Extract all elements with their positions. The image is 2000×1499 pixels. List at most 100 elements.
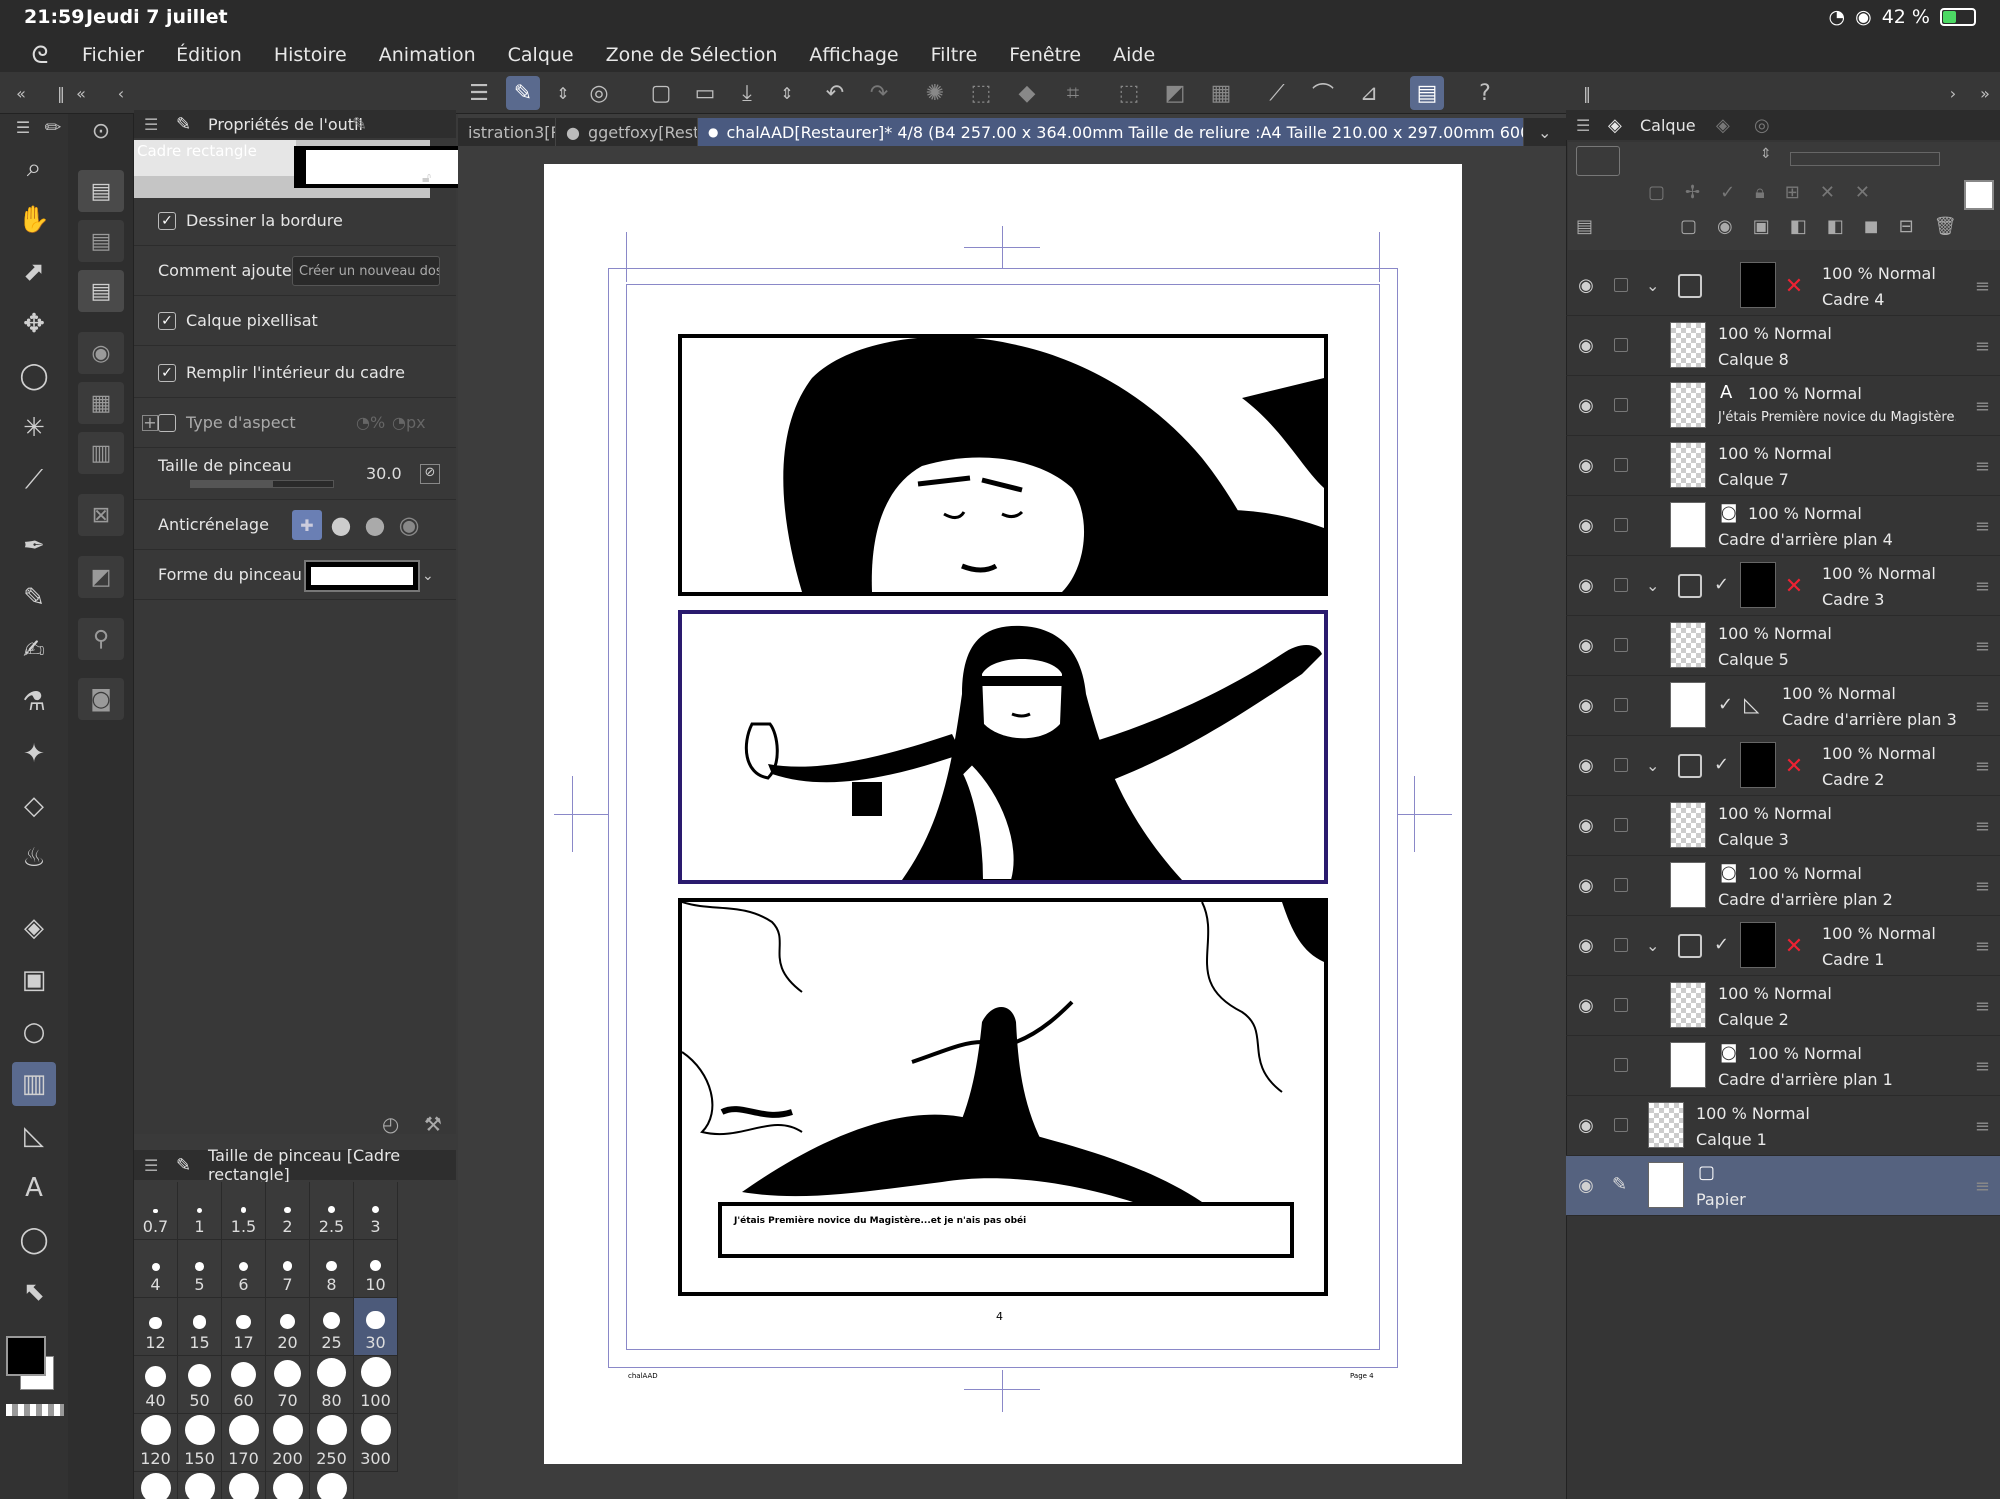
- layer-name[interactable]: Calque 3: [1718, 830, 1956, 849]
- ruler-snap-icon[interactable]: ⟋: [1260, 76, 1294, 110]
- redo-icon[interactable]: ↷: [862, 76, 896, 110]
- subtool-icon[interactable]: ▦: [78, 382, 124, 424]
- layer-row[interactable]: ◉ 100 % Normal Calque 5 ≡: [1566, 616, 2000, 676]
- brush-size-preset[interactable]: 70: [266, 1356, 310, 1414]
- panel-menu-icon[interactable]: ☰: [144, 115, 158, 134]
- new-file-icon[interactable]: ▢: [644, 76, 678, 110]
- brush-size-preset[interactable]: 400: [134, 1472, 178, 1499]
- menu-aide[interactable]: Aide: [1113, 44, 1155, 66]
- deselect-icon[interactable]: ⬚: [1112, 76, 1146, 110]
- eye-icon[interactable]: ◉: [1574, 455, 1598, 476]
- brush-size-preset[interactable]: 15: [178, 1298, 222, 1356]
- how-to-add-select[interactable]: Créer un nouveau dossier: [292, 256, 440, 286]
- brush-shape-preview[interactable]: [304, 560, 420, 592]
- layer-drag-handle-icon[interactable]: ≡: [1975, 936, 1990, 957]
- fill-inside-checkbox[interactable]: ✓: [158, 363, 176, 382]
- pen-tab-icon[interactable]: ✎: [352, 114, 367, 135]
- grid-snap-icon[interactable]: ⊿: [1352, 76, 1386, 110]
- layer-select-checkbox[interactable]: [1614, 878, 1628, 892]
- layer-row[interactable]: ◉ 100 % Normal Calque 1 ≡: [1566, 1096, 2000, 1156]
- layer-row[interactable]: ◉ 100 % Normal Calque 2 ≡: [1566, 976, 2000, 1036]
- frame-pen-subtool-icon[interactable]: ▤: [78, 270, 124, 312]
- edit-mode-icon[interactable]: ✎: [506, 76, 540, 110]
- close-icon[interactable]: ●: [708, 125, 718, 139]
- subtool-icon[interactable]: ▥: [78, 432, 124, 474]
- layer-drag-handle-icon[interactable]: ≡: [1975, 696, 1990, 717]
- layer-lock-icons[interactable]: ▢✢✓🔒︎⊞✕✕: [1648, 182, 1890, 203]
- eye-icon[interactable]: ◉: [1574, 515, 1598, 536]
- subtool-icon[interactable]: ◙: [78, 678, 124, 720]
- hidden-eye-icon[interactable]: [1574, 1056, 1598, 1074]
- layer-name[interactable]: Cadre d'arrière plan 1: [1718, 1070, 1956, 1089]
- eye-icon[interactable]: ◉: [1574, 935, 1598, 956]
- layer-select-checkbox[interactable]: [1614, 578, 1628, 592]
- pencil-icon[interactable]: ✎: [12, 576, 56, 620]
- chevron-down-icon[interactable]: ⌄: [1646, 576, 1659, 595]
- brush-size-value[interactable]: 30.0: [366, 464, 402, 483]
- eye-icon[interactable]: ◉: [1574, 635, 1598, 656]
- correct-line-icon[interactable]: ⬉: [12, 1270, 56, 1314]
- layer-select-checkbox[interactable]: [1614, 758, 1628, 772]
- chevron-down-icon[interactable]: ⌄: [1646, 936, 1659, 955]
- brush-size-preset[interactable]: 5: [178, 1240, 222, 1298]
- brush-size-preset[interactable]: 120: [134, 1414, 178, 1472]
- invert-selection-icon[interactable]: ◩: [1158, 76, 1192, 110]
- layer-drag-handle-icon[interactable]: ≡: [1975, 1116, 1990, 1137]
- layer-name[interactable]: Cadre 4: [1822, 290, 1956, 309]
- layer-drag-handle-icon[interactable]: ≡: [1975, 336, 1990, 357]
- edit-target-icon[interactable]: ✎: [1612, 1174, 1627, 1195]
- draw-border-checkbox[interactable]: ✓: [158, 211, 176, 230]
- caption-box[interactable]: J'étais Première novice du Magistère...e…: [718, 1202, 1294, 1258]
- brush-size-preset[interactable]: 700: [266, 1472, 310, 1499]
- layer-property-tab-icon[interactable]: ◈: [1716, 115, 1730, 136]
- layer-name[interactable]: Cadre 3: [1822, 590, 1956, 609]
- menu-edition[interactable]: Édition: [176, 44, 242, 66]
- menu-fichier[interactable]: Fichier: [82, 44, 144, 66]
- layer-drag-handle-icon[interactable]: ≡: [1975, 636, 1990, 657]
- brush-size-preset[interactable]: 250: [310, 1414, 354, 1472]
- collapse-double-icon[interactable]: «: [64, 76, 98, 110]
- eye-icon[interactable]: ◉: [1574, 815, 1598, 836]
- layer-name[interactable]: Calque 8: [1718, 350, 1956, 369]
- layer-select-checkbox[interactable]: [1614, 458, 1628, 472]
- collapse-left-icon[interactable]: «: [4, 76, 38, 110]
- mask-off-icon[interactable]: ✕: [1782, 274, 1806, 299]
- chevron-right-icon[interactable]: ›: [1936, 76, 1970, 110]
- brush-size-preset[interactable]: 300: [354, 1414, 398, 1472]
- brush-size-preset[interactable]: 100: [354, 1356, 398, 1414]
- brush-tab-icon[interactable]: ✏: [36, 110, 70, 144]
- brush-icon[interactable]: ✍: [12, 628, 56, 672]
- pen-icon[interactable]: ✒: [12, 524, 56, 568]
- layer-name[interactable]: Cadre d'arrière plan 3: [1782, 710, 1956, 729]
- app-logo-icon[interactable]: ᘓ: [24, 41, 56, 69]
- polyline-frame-subtool-icon[interactable]: ▤: [78, 220, 124, 262]
- balloon-icon[interactable]: ◯: [12, 1218, 56, 1262]
- menu-histoire[interactable]: Histoire: [274, 44, 347, 66]
- layer-name[interactable]: Calque 2: [1718, 1010, 1956, 1029]
- antialias-weak-icon[interactable]: ●: [326, 510, 356, 540]
- clear-icon[interactable]: ⬚: [964, 76, 998, 110]
- undo-icon[interactable]: ↶: [818, 76, 852, 110]
- expand-icon[interactable]: +: [142, 414, 158, 431]
- reset-icon[interactable]: ◴: [382, 1112, 399, 1136]
- eye-icon[interactable]: ◉: [1574, 395, 1598, 416]
- layer-action-icons[interactable]: ▢◉▣◧◧◼⊟🗑︎: [1680, 216, 1977, 237]
- layer-row[interactable]: ◉ 100 % Normal Calque 8 ≡: [1566, 316, 2000, 376]
- panel-menu-icon[interactable]: ☰: [144, 1156, 158, 1175]
- eye-icon[interactable]: ◉: [1574, 575, 1598, 596]
- blend-icon[interactable]: ♨: [12, 836, 56, 880]
- eye-icon[interactable]: ◉: [1574, 1175, 1598, 1196]
- brush-size-preset[interactable]: 25: [310, 1298, 354, 1356]
- subtool-icon[interactable]: ⊠: [78, 494, 124, 536]
- gradient-icon[interactable]: ▣: [12, 958, 56, 1002]
- panel-menu-icon[interactable]: ☰: [1576, 116, 1590, 135]
- layer-name[interactable]: J'étais Première novice du Magistère...e…: [1718, 410, 1956, 425]
- brush-size-preset[interactable]: 17: [222, 1298, 266, 1356]
- fill-inside-row[interactable]: ✓ Remplir l'intérieur du cadre: [134, 348, 456, 398]
- layer-select-checkbox[interactable]: [1614, 938, 1628, 952]
- layer-row[interactable]: ◉ 100 % Normal Calque 3 ≡: [1566, 796, 2000, 856]
- help-icon[interactable]: ?: [1468, 76, 1502, 110]
- brush-size-preset[interactable]: 80: [310, 1356, 354, 1414]
- layer-folder-row[interactable]: ◉ ⌄ ✓ ✕ 100 % Normal Cadre 1 ≡: [1566, 916, 2000, 976]
- transform-icon[interactable]: ⌗: [1056, 76, 1090, 110]
